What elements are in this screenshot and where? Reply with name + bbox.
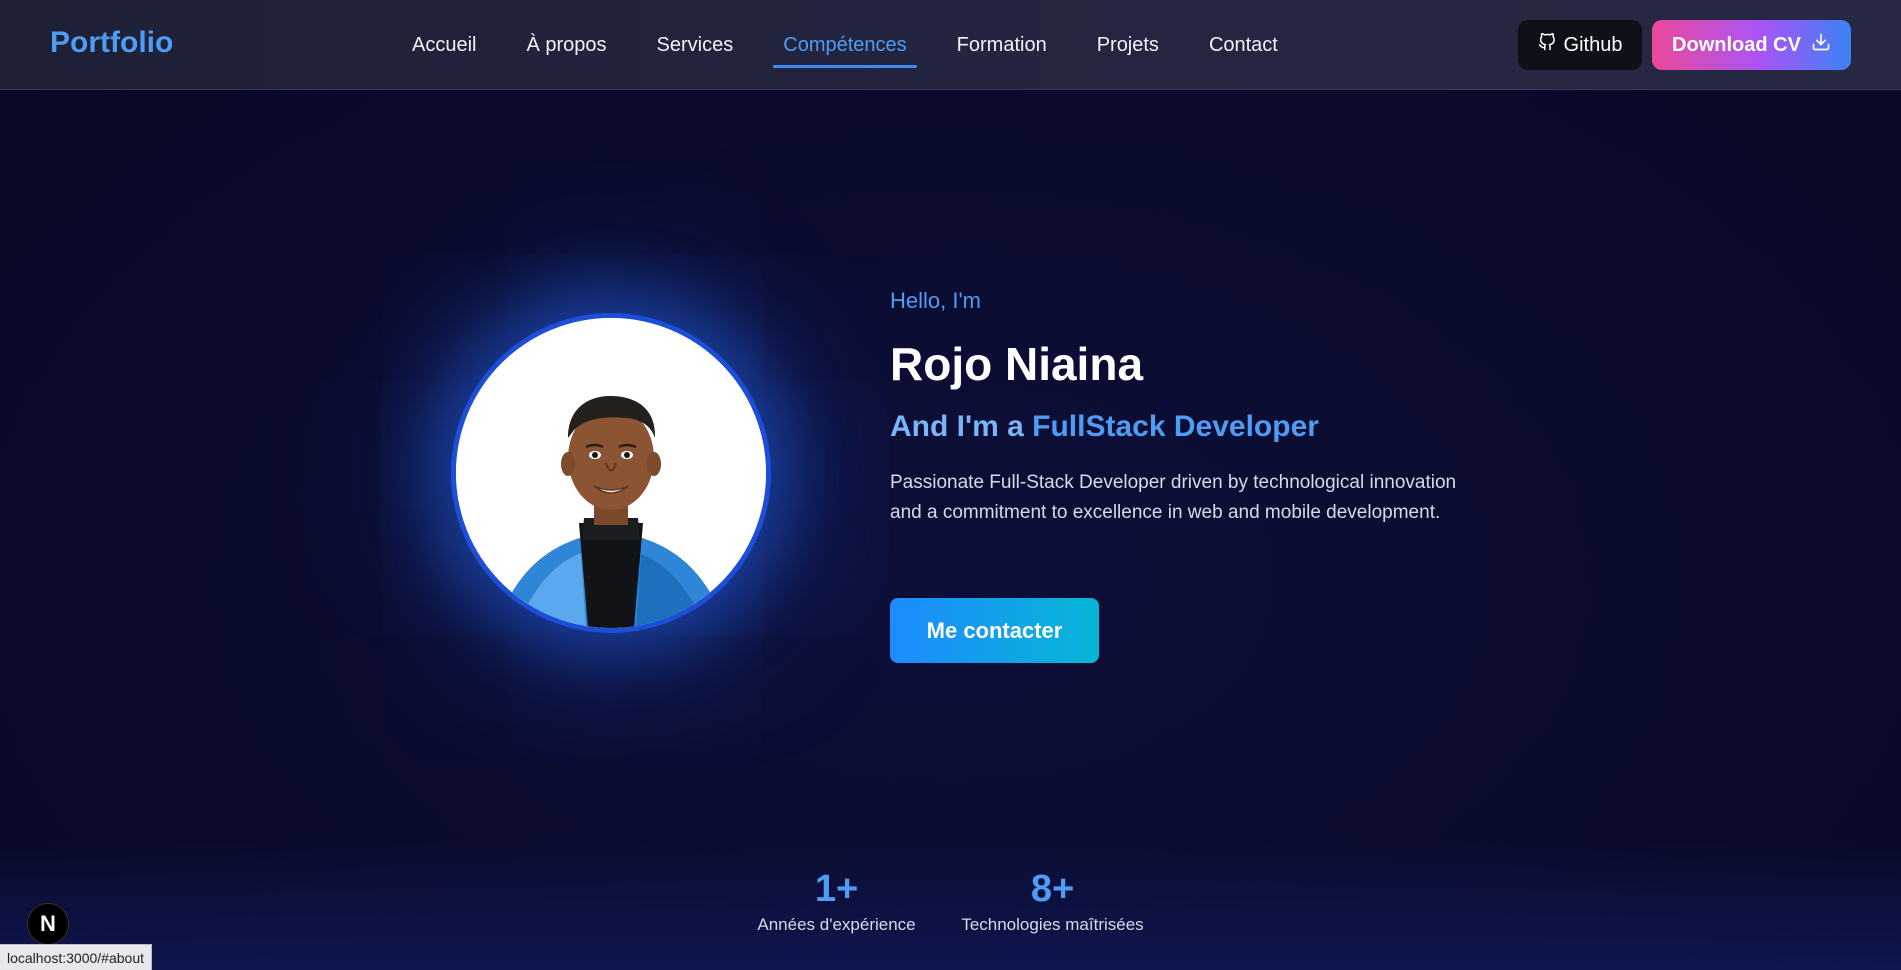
stats-band bbox=[0, 840, 1901, 970]
nav-item-formation[interactable]: Formation bbox=[932, 0, 1072, 90]
download-cv-button[interactable]: Download CV bbox=[1652, 20, 1851, 70]
stat-experience-value: 1+ bbox=[814, 868, 859, 910]
github-button[interactable]: Github bbox=[1518, 20, 1642, 70]
nav-item-a-propos[interactable]: À propos bbox=[501, 0, 631, 90]
contact-button[interactable]: Me contacter bbox=[890, 598, 1099, 663]
hero-role-prefix: And I'm a bbox=[890, 410, 1033, 443]
profile-avatar bbox=[451, 313, 771, 633]
nav-item-competences[interactable]: Compétences bbox=[758, 0, 931, 90]
download-icon bbox=[1811, 32, 1831, 58]
hero-name: Rojo Niaina bbox=[890, 338, 1144, 390]
stat-technologies-label: Technologies maîtrisées bbox=[961, 915, 1144, 934]
github-label: Github bbox=[1563, 33, 1623, 56]
download-cv-label: Download CV bbox=[1672, 33, 1801, 56]
stat-experience-label: Années d'expérience bbox=[757, 915, 916, 934]
hero-role-accent: FullStack Developer bbox=[1032, 410, 1319, 443]
main-menu: Accueil À propos Services Compétences Fo… bbox=[412, 0, 1303, 90]
nav-item-accueil[interactable]: Accueil bbox=[412, 0, 501, 90]
profile-photo bbox=[456, 318, 766, 628]
status-bar-url: localhost:3000/#about bbox=[0, 944, 152, 970]
navbar: Portfolio Accueil À propos Services Comp… bbox=[0, 0, 1901, 90]
stat-technologies-value: 8+ bbox=[1030, 868, 1075, 910]
github-icon bbox=[1538, 32, 1556, 57]
nav-item-projets[interactable]: Projets bbox=[1072, 0, 1184, 90]
stat-experience: 1+ Années d'expérience bbox=[754, 868, 919, 935]
nav-item-services[interactable]: Services bbox=[632, 0, 759, 90]
logo[interactable]: Portfolio bbox=[50, 26, 173, 60]
nav-item-contact[interactable]: Contact bbox=[1184, 0, 1303, 90]
hero-role: And I'm a FullStack Developer bbox=[890, 410, 1319, 444]
stat-technologies: 8+ Technologies maîtrisées bbox=[955, 868, 1150, 935]
nextjs-devtools-icon[interactable]: N bbox=[27, 903, 69, 945]
hero-description: Passionate Full-Stack Developer driven b… bbox=[890, 472, 1457, 523]
hero-greeting: Hello, I'm bbox=[890, 288, 981, 313]
